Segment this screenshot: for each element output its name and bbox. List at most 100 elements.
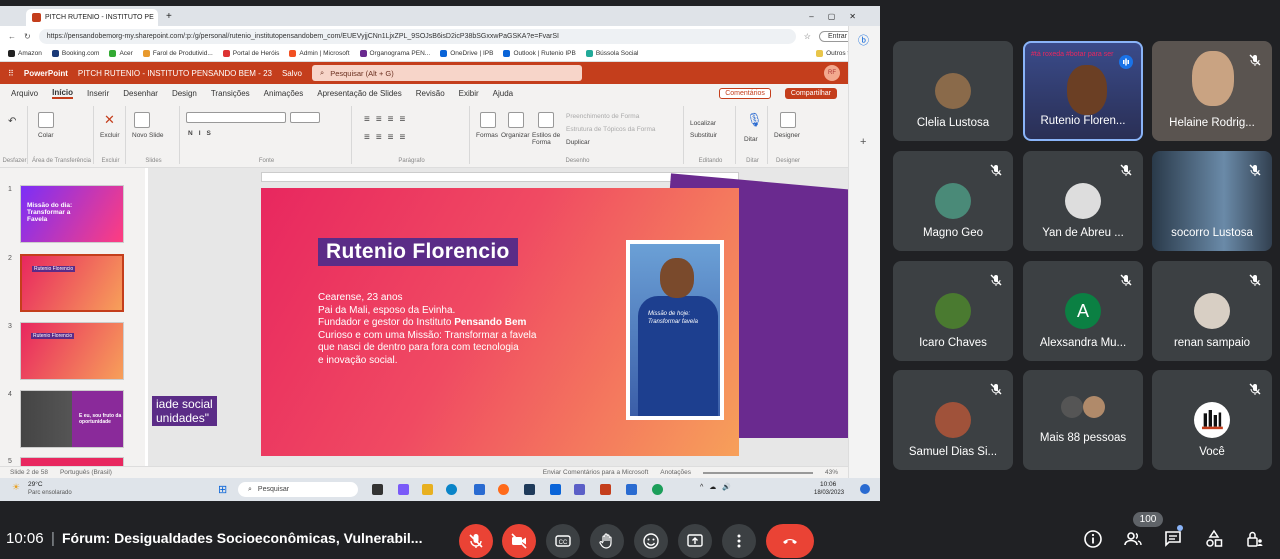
windows-start-icon[interactable]: ⊞ [218,483,227,496]
favorite-item[interactable]: Admin | Microsoft [289,49,350,57]
taskbar-time[interactable]: 10:06 [820,481,836,488]
tab-apresentacao[interactable]: Apresentação de Slides [317,89,402,98]
participant-tile[interactable]: socorro Lustosa [1152,151,1272,251]
app-icon[interactable] [524,484,535,495]
slide-thumbnail[interactable]: Missão do dia: Transformar a Favela [20,185,124,243]
find-button[interactable]: Localizar [690,120,716,127]
slide-thumbnail[interactable]: Rutenio Florencio [20,322,124,380]
taskbar-search[interactable]: ⌕ Pesquisar [238,482,358,497]
share-button[interactable]: Compartilhar [784,87,837,99]
favorite-item[interactable]: Farol de Produtivid... [142,49,213,57]
tab-animacoes[interactable]: Animações [264,89,304,98]
powerpoint-taskbar-icon[interactable] [600,484,611,495]
shape-fill-button[interactable]: Preenchimento de Forma [566,113,639,120]
raise-hand-button[interactable] [590,524,624,558]
new-tab-icon[interactable]: + [166,11,172,22]
font-size-select[interactable] [290,112,320,123]
weather-temp[interactable]: 29°C [28,481,43,488]
favorite-item[interactable]: Bússola Social [585,49,638,57]
participant-tile[interactable]: Clelia Lustosa [893,41,1013,141]
language[interactable]: Português (Brasil) [60,469,112,476]
tab-ajuda[interactable]: Ajuda [493,89,513,98]
task-view-icon[interactable] [372,484,383,495]
replace-button[interactable]: Substituir [690,132,717,139]
delete-button[interactable]: Excluir [100,132,120,139]
browser-tab[interactable]: PITCH RUTENIO - INSTITUTO PE ✕ [26,9,158,26]
word-icon[interactable] [626,484,637,495]
favorite-item[interactable]: Organograma PEN... [359,49,430,57]
favorite-item[interactable]: Booking.com [51,49,99,57]
shape-styles-icon[interactable] [538,112,554,128]
outlook-icon[interactable] [550,484,561,495]
undo-icon[interactable]: ↶ [8,116,16,127]
star-icon[interactable]: ☆ [804,32,811,41]
host-controls-button[interactable] [1243,528,1265,550]
store-icon[interactable] [474,484,485,495]
microphone-icon[interactable]: 🎙 [746,112,763,128]
designer-button[interactable]: Designer [774,132,800,139]
shapes-icon[interactable] [480,112,496,128]
tab-inserir[interactable]: Inserir [87,89,109,98]
favorite-item[interactable]: OneDrive | IPB [440,49,493,57]
tab-revisao[interactable]: Revisão [416,89,445,98]
window-controls-icon[interactable]: –▢✕ [809,12,870,21]
back-icon[interactable]: ← [8,32,16,41]
chat-button[interactable] [1162,528,1184,550]
notes-button[interactable]: Anotações [660,469,691,476]
whatsapp-icon[interactable] [652,484,663,495]
tab-design[interactable]: Design [172,89,197,98]
camera-toggle-button[interactable] [502,524,536,558]
activities-button[interactable] [1203,528,1225,550]
bing-icon[interactable]: ⓑ [858,32,869,48]
more-participants-tile[interactable]: Mais 88 pessoas [1023,370,1143,470]
more-options-button[interactable] [722,524,756,558]
reactions-button[interactable] [634,524,668,558]
meeting-title[interactable]: Fórum: Desigualdades Socioeconômicas, Vu… [62,530,422,546]
firefox-icon[interactable] [498,484,509,495]
tab-transicoes[interactable]: Transições [211,89,250,98]
participant-tile[interactable]: Helaine Rodrig... [1152,41,1272,141]
participant-tile[interactable]: Magno Geo [893,151,1013,251]
slide-thumbnail-selected[interactable]: Rutenio Florencio [20,254,124,312]
shape-outline-button[interactable]: Estrutura de Tópicos da Forma [566,126,655,133]
speaker-photo[interactable]: Missão de hoje: Transformar favela [626,240,724,420]
user-avatar[interactable]: RF [824,65,840,81]
teams-work-icon[interactable] [574,484,585,495]
notification-icon[interactable] [860,484,870,494]
self-tile[interactable]: Você [1152,370,1272,470]
app-launcher-icon[interactable]: ⠿ [8,69,14,78]
leave-call-button[interactable] [766,524,814,558]
meeting-info-button[interactable] [1082,528,1104,550]
zoom-level[interactable]: 43% [825,469,838,476]
edge-icon[interactable] [446,484,457,495]
teams-icon[interactable] [398,484,409,495]
font-format-icons[interactable]: NIS [188,130,217,137]
url-input[interactable]: https://pensandobemorg-my.sharepoint.com… [38,28,796,44]
favorite-item[interactable]: Portal de Heróis [222,49,279,57]
list-icons[interactable]: ≡≡≡≡ [364,114,411,125]
slide-title[interactable]: Rutenio Florencio [318,238,518,266]
shape-styles-button[interactable]: Estilos de Forma [532,132,562,146]
add-icon[interactable]: + [860,136,866,148]
participant-tile[interactable]: Samuel Dias Si... [893,370,1013,470]
favorite-item[interactable]: Amazon [8,49,42,57]
dictate-button[interactable]: Ditar [744,136,758,143]
delete-icon[interactable]: ✕ [104,112,115,128]
slide-thumbnail[interactable]: E eu, sou fruto da oportunidade [20,390,124,448]
designer-icon[interactable] [780,112,796,128]
duplicate-button[interactable]: Duplicar [566,139,590,146]
saved-status[interactable]: Salvo [282,69,302,78]
new-slide-icon[interactable] [134,112,150,128]
tab-exibir[interactable]: Exibir [459,89,479,98]
participant-tile-speaking[interactable]: #tá roxeda #botar para ser Rutenio Flore… [1023,41,1143,141]
zoom-slider[interactable] [702,471,813,474]
tray-icons[interactable]: ^☁🔊 [700,483,737,491]
font-name-select[interactable] [186,112,286,123]
new-slide-button[interactable]: Novo Slide [132,132,163,139]
paste-button[interactable]: Colar [38,132,54,139]
shapes-button[interactable]: Formas [476,132,498,139]
taskbar-date[interactable]: 18/03/2023 [814,490,844,496]
slide-body[interactable]: Cearense, 23 anos Pai da Mali, esposo da… [318,292,588,367]
ppt-search-input[interactable]: ⌕ Pesquisar (Alt + G) [311,65,582,81]
reload-icon[interactable]: ↻ [24,32,31,41]
